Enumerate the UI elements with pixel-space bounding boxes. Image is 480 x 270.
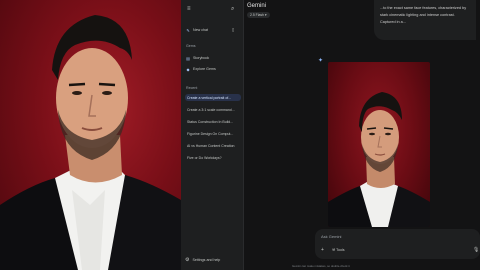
book-icon: ▤ — [186, 55, 190, 61]
source-portrait-image — [0, 0, 181, 270]
sidebar: ≡ ⌕ ✎ New chat ▯ Gems ▤ Storybook ◆ Expl… — [181, 0, 244, 270]
user-message: ...to the exact same face features, char… — [374, 0, 476, 40]
generated-portrait-image[interactable] — [328, 62, 430, 227]
gem-label: Explore Gems — [193, 67, 216, 71]
model-label: 2.5 Flash — [250, 13, 264, 17]
mic-icon[interactable]: 🎙 — [473, 247, 479, 253]
prompt-input-box[interactable]: Ask Gemini + ⚒ Tools 🎙 — [315, 229, 480, 259]
gem-label: Storybook — [193, 56, 210, 60]
bookmark-icon[interactable]: ▯ — [232, 26, 234, 34]
gemini-spark-icon: ✦ — [318, 58, 324, 64]
gem-item-storybook[interactable]: ▤ Storybook — [185, 54, 241, 62]
recent-chat-item[interactable]: Figurine Design On Comput... — [185, 130, 241, 137]
settings-help-button[interactable]: ⚙ Settings and help — [185, 256, 220, 264]
recent-chat-item[interactable]: Status Construction In Build... — [185, 118, 241, 125]
gem-icon: ◆ — [186, 66, 190, 72]
gear-icon: ⚙ — [185, 257, 190, 263]
recent-chat-item[interactable]: Five or Do Workdays? — [185, 154, 241, 161]
recent-chat-item[interactable]: Create a vertical portrait of... — [185, 94, 241, 101]
chat-main: Gemini 2.5 Flash ▾ ...to the exact same … — [244, 0, 480, 270]
recent-chat-item[interactable]: Create a 3:1 scale command... — [185, 106, 241, 113]
menu-icon[interactable]: ≡ — [187, 5, 191, 13]
gems-header: Gems — [186, 44, 196, 48]
app-title: Gemini — [247, 3, 267, 9]
edit-icon: ✎ — [186, 27, 190, 33]
search-icon[interactable]: ⌕ — [231, 5, 234, 13]
prompt-placeholder: Ask Gemini — [321, 234, 342, 239]
recent-header: Recent — [186, 86, 198, 90]
gem-item-explore[interactable]: ◆ Explore Gems — [185, 65, 241, 73]
settings-label: Settings and help — [192, 258, 221, 262]
model-selector[interactable]: 2.5 Flash ▾ — [247, 12, 270, 18]
recent-chat-item[interactable]: AI vs Human Content Creation — [185, 142, 241, 149]
new-chat-label: New chat — [193, 28, 208, 32]
disclaimer-text: Gemini can make mistakes, so double-chec… — [292, 264, 350, 268]
screen: ≡ ⌕ ✎ New chat ▯ Gems ▤ Storybook ◆ Expl… — [0, 0, 480, 270]
tools-button[interactable]: ⚒ Tools — [332, 248, 345, 252]
add-icon[interactable]: + — [321, 247, 324, 253]
tools-label: Tools — [336, 248, 345, 252]
